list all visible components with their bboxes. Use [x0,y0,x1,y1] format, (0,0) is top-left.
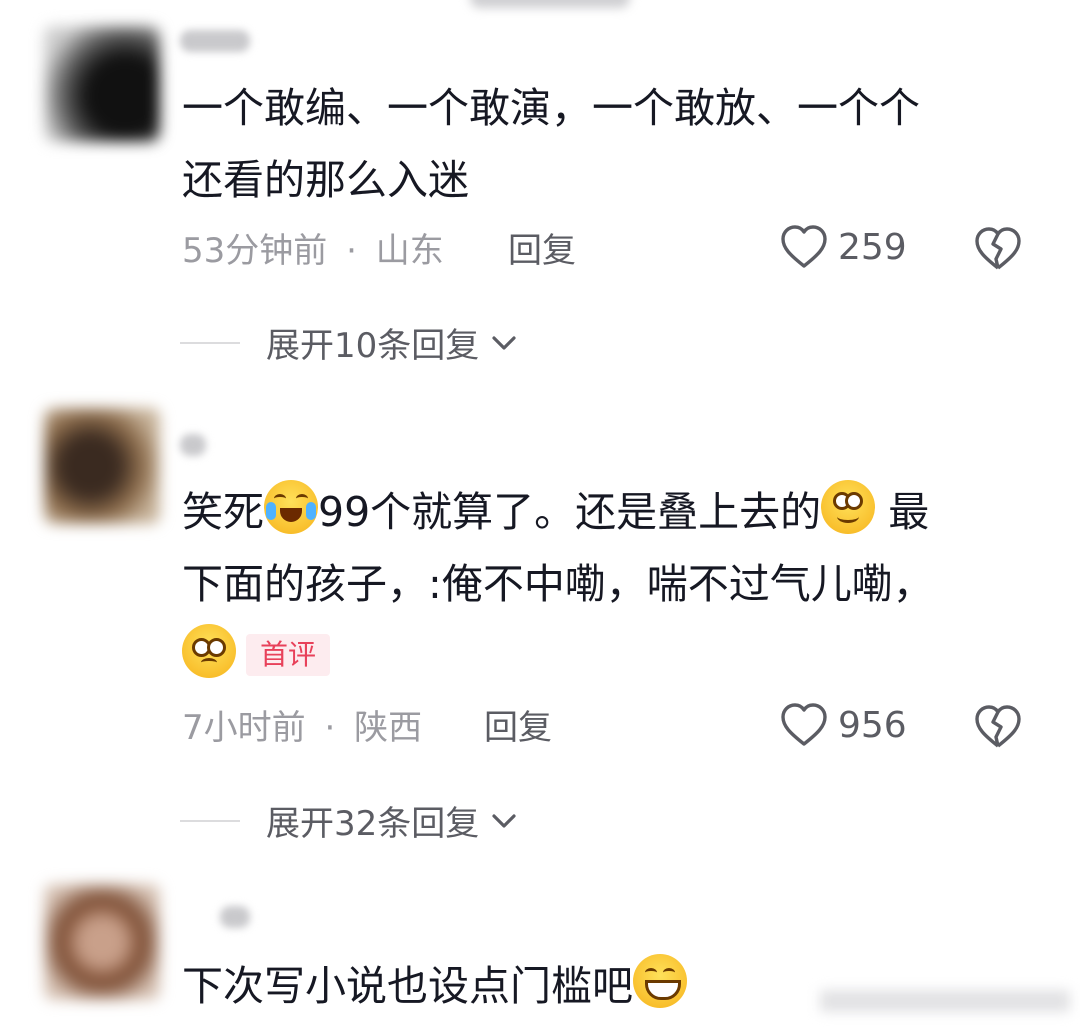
expand-replies-label: 展开32条回复 [266,804,480,844]
username-blurred[interactable] [180,30,250,52]
divider-line [180,819,240,822]
expand-replies-button[interactable]: 展开10条回复 [180,318,517,367]
chevron-down-icon [492,335,516,350]
expand-replies-button[interactable]: 展开32条回复 [180,796,517,845]
like-button[interactable]: 956 [780,702,907,748]
username-blurred[interactable] [180,434,206,456]
first-comment-badge: 首评 [246,634,331,676]
comment-location: 山东 [375,231,444,271]
like-count: 259 [838,226,907,268]
broken-heart-icon [975,227,1021,270]
like-button[interactable]: 259 [780,224,907,270]
avatar[interactable] [44,26,160,142]
pleading-emoji-icon [182,624,236,678]
like-count: 956 [838,704,907,746]
blurred-watermark [820,990,1070,1012]
divider-line [180,341,240,344]
blurred-header-text [470,0,630,8]
dislike-button[interactable] [974,704,1022,754]
avatar[interactable] [44,884,160,1000]
broken-heart-icon [975,705,1021,748]
comment-text: 一个敢编、一个敢演，一个敢放、一个个 还看的那么入迷 [182,84,920,204]
expand-replies-label: 展开10条回复 [266,326,480,366]
meta-separator: · [346,231,357,271]
dislike-button[interactable] [974,226,1022,276]
heart-icon [781,225,827,268]
comment-location: 陕西 [354,708,423,748]
chevron-down-icon [492,813,516,828]
comment-meta: 53分钟前 · 山东 [182,231,444,271]
reply-button[interactable]: 回复 [508,231,576,271]
comment-text: 笑死 99个就算了。还是叠上去的 最 下面的孩子，:俺不中嘞，喘不过气儿嘞， 首… [182,476,1022,692]
comment-time: 7小时前 [182,708,306,748]
avatar[interactable] [44,408,160,524]
comment-meta: 7小时前 · 陕西 [182,708,422,748]
laughing-crying-emoji-icon [264,480,318,534]
grin-emoji-icon [633,954,687,1008]
smile-emoji-icon [821,480,876,534]
username-blurred[interactable] [220,906,250,928]
meta-separator: · [324,708,336,748]
reply-button[interactable]: 回复 [484,708,552,748]
heart-icon [781,703,827,746]
comment-time: 53分钟前 [182,231,328,271]
